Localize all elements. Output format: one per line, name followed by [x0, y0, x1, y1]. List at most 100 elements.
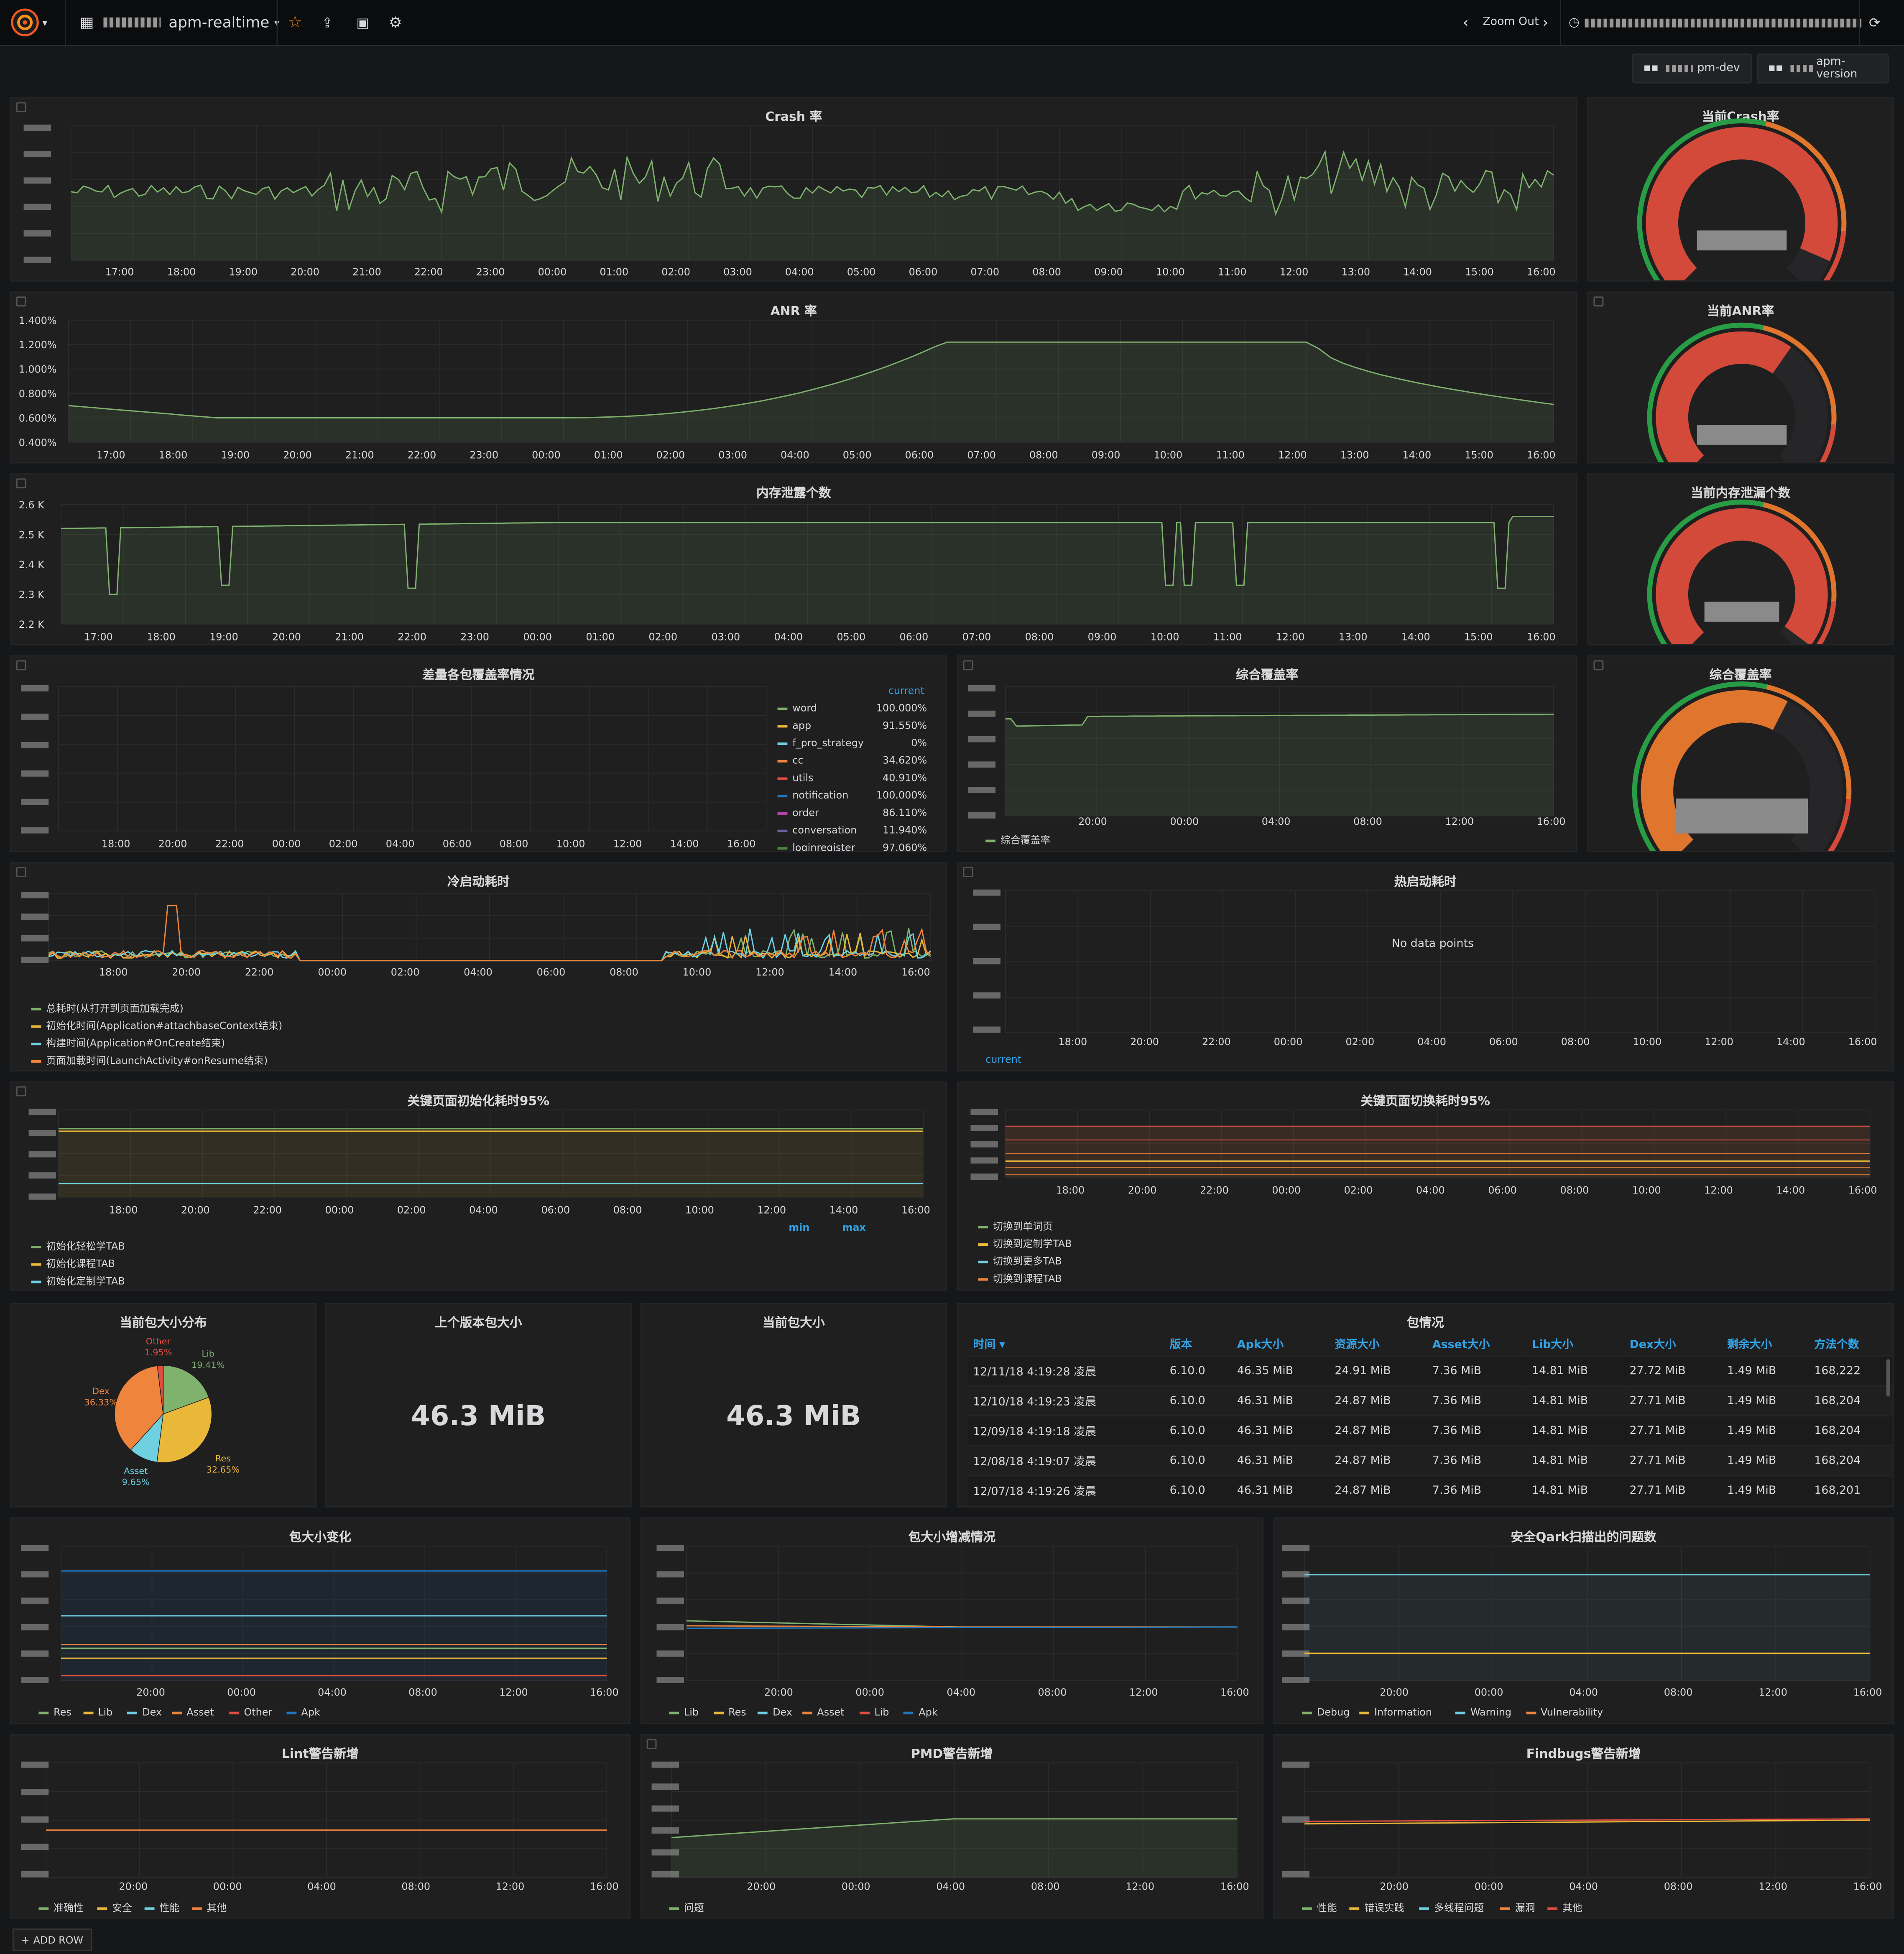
variable-env-select[interactable]: ▪▪ pm-dev	[1632, 54, 1752, 84]
table-row[interactable]: 12/10/18 4:19:23 凌晨 6.10.0 46.31 MiB 24.87 …	[968, 1385, 1893, 1416]
panel-prev-pkg-size[interactable]: 上个版本包大小 46.3 MiB	[325, 1303, 632, 1508]
legend-item[interactable]: 安全	[97, 1901, 132, 1915]
table-row[interactable]: 12/11/18 4:19:28 凌晨 6.10.0 46.35 MiB 24.91 …	[968, 1355, 1893, 1386]
legend-item[interactable]: Lib	[859, 1707, 889, 1718]
legend-item[interactable]: 页面加载时间(LaunchActivity#onResume结束)	[31, 1054, 268, 1068]
legend-item[interactable]: utils 40.910%	[777, 773, 927, 783]
panel-hot-start[interactable]: 热启动耗时 18:00 20:00 22:00 00:00 02:00 04:00 06:0…	[957, 862, 1894, 1071]
legend-item[interactable]: 切换到更多TAB	[978, 1255, 1062, 1268]
legend-item[interactable]: f_pro_strategy 0%	[777, 737, 927, 749]
legend-item[interactable]: conversation 11.940%	[777, 825, 927, 836]
panel-findbugs[interactable]: Findbugs警告新增 20:00 00:00 04:00 08:00 12:00 16…	[1273, 1734, 1894, 1919]
pkg-size-pie[interactable]: Lib19.41% Res32.65% Asset9.65% Dex36.33% Oth…	[11, 1304, 316, 1508]
refresh-icon[interactable]: ⟳	[1869, 0, 1880, 45]
legend-item[interactable]: 综合覆盖率	[985, 834, 1050, 847]
panel-cold-start[interactable]: 冷启动耗时 18:00 20:00 22:00 00:00 02:00 04:00 06:0…	[10, 862, 947, 1071]
findbugs-graph[interactable]: 20:00 00:00 04:00 08:00 12:00 16:00	[1275, 1735, 1894, 1918]
legend-item[interactable]: 切换到单词页	[978, 1219, 1053, 1233]
legend-item[interactable]: Warning	[1455, 1707, 1511, 1718]
legend-item[interactable]: Dex	[758, 1707, 792, 1718]
grafana-logo-button[interactable]: ▾	[10, 0, 47, 45]
legend-item[interactable]: Apk	[286, 1707, 320, 1718]
column-header[interactable]: 方法个数	[1809, 1332, 1892, 1356]
coverage-total-graph[interactable]: 20:00 00:00 04:00 08:00 12:00 16:00	[958, 656, 1577, 852]
panel-coverage-gauge[interactable]: 综合覆盖率	[1587, 655, 1894, 852]
table-scrollbar[interactable]	[1886, 1359, 1890, 1397]
legend-item[interactable]: 初始化轻松学TAB	[31, 1240, 125, 1253]
panel-pkg-change[interactable]: 包大小变化 20:00 00:00 04:00 08:00 12:00 16:00 Res…	[10, 1517, 630, 1724]
page-switch-graph[interactable]: 18:00 20:00 22:00 00:00 02:00 04:00 06:00 08:00…	[958, 1083, 1894, 1291]
panel-anr-rate[interactable]: ANR 率 1.400% 1.200% 1.000% 0.800% 0.600% 0.40…	[10, 291, 1577, 464]
table-row[interactable]: 12/09/18 4:19:18 凌晨 6.10.0 46.31 MiB 24.87 …	[968, 1415, 1893, 1446]
column-header[interactable]: 剩余大小	[1722, 1332, 1809, 1356]
column-header[interactable]: 版本	[1165, 1332, 1232, 1356]
time-forward-icon[interactable]: ›	[1542, 0, 1548, 45]
legend-item[interactable]: word 100.000%	[777, 703, 927, 714]
legend-item[interactable]: cc 34.620%	[777, 755, 927, 766]
legend-item[interactable]: Dex	[127, 1707, 162, 1718]
legend-item[interactable]: 构建时间(Application#OnCreate结束)	[31, 1036, 225, 1050]
panel-page-init[interactable]: 关键页面初始化耗时95% 18:00 20:00 22:00 00:00 02:00 04…	[10, 1081, 947, 1291]
legend-item[interactable]: Res	[713, 1707, 746, 1718]
panel-pkg-delta[interactable]: 包大小增减情况 20:00 00:00 04:00 08:00 12:00 16:00 L…	[640, 1517, 1263, 1724]
legend-item[interactable]: order 86.110%	[777, 807, 927, 819]
legend-item[interactable]: Asset	[802, 1707, 844, 1718]
panel-page-switch[interactable]: 关键页面切换耗时95% 18:00 20:00 22:00 00:00 02:00 04:…	[957, 1081, 1894, 1291]
legend-item[interactable]: 其他	[191, 1901, 227, 1915]
qark-graph[interactable]: 20:00 00:00 04:00 08:00 12:00 16:00	[1275, 1519, 1894, 1724]
pkg-change-graph[interactable]: 20:00 00:00 04:00 08:00 12:00 16:00	[11, 1519, 630, 1724]
legend-item[interactable]: 总耗时(从打开到页面加载完成)	[31, 1002, 184, 1015]
legend-item[interactable]: Asset	[171, 1707, 214, 1718]
legend-item[interactable]: 多线程问题	[1419, 1901, 1484, 1915]
legend-item[interactable]: 性能	[1302, 1901, 1337, 1915]
legend-item[interactable]: Other	[229, 1707, 272, 1718]
table-row[interactable]: 12/08/18 4:19:07 凌晨 6.10.0 46.31 MiB 24.87 …	[968, 1445, 1893, 1476]
panel-crash-gauge[interactable]: 当前Crash率	[1587, 97, 1894, 282]
panel-memleak-gauge[interactable]: 当前内存泄漏个数	[1587, 473, 1894, 645]
zoom-out-button[interactable]: Zoom Out	[1483, 0, 1539, 45]
legend-item[interactable]: notification 100.000%	[777, 790, 927, 801]
table-row[interactable]: 12/07/18 4:19:26 凌晨 6.10.0 46.31 MiB 24.87 …	[968, 1475, 1893, 1505]
column-header[interactable]: Dex大小	[1625, 1332, 1723, 1356]
panel-lint[interactable]: Lint警告新增 20:00 00:00 04:00 08:00 12:00 16:00 …	[10, 1734, 630, 1919]
save-icon[interactable]: ▣	[356, 0, 369, 45]
legend-item[interactable]: 其他	[1547, 1901, 1582, 1915]
panel-curr-pkg-size[interactable]: 当前包大小 46.3 MiB	[640, 1303, 947, 1508]
legend-item[interactable]: Res	[38, 1707, 71, 1718]
column-header[interactable]: Lib大小	[1527, 1332, 1625, 1356]
dashboard-picker[interactable]: ▦ apm-realtime ▾	[80, 0, 279, 45]
hot-start-graph[interactable]: 18:00 20:00 22:00 00:00 02:00 04:00 06:00 08:00…	[958, 863, 1894, 1071]
panel-coverage-total[interactable]: 综合覆盖率 20:00 00:00 04:00 08:00 12:00 16:00 综合覆…	[957, 655, 1577, 852]
legend-item[interactable]: Debug	[1302, 1707, 1350, 1718]
legend-item[interactable]: 切换到定制学TAB	[978, 1237, 1072, 1251]
panel-pmd[interactable]: PMD警告新增 20:00 00:00 04:00 08:00 12:00 16:00 问…	[640, 1734, 1263, 1919]
legend-item[interactable]: 初始化定制学TAB	[31, 1275, 125, 1288]
legend-item[interactable]: 漏洞	[1500, 1901, 1535, 1915]
panel-crash-rate[interactable]: Crash 率 17:00 18:00 19:00 20:00 21:00 22:00 23…	[10, 97, 1577, 282]
coverage-diff-graph[interactable]: 18:00 20:00 22:00 00:00 02:00 04:00 06:00 08:00…	[11, 656, 947, 852]
column-header[interactable]: 资源大小	[1330, 1332, 1427, 1356]
column-header[interactable]: 时间 ▾	[968, 1332, 1164, 1356]
legend-item[interactable]: 准确性	[38, 1901, 84, 1915]
time-range-picker[interactable]: ◷	[1569, 0, 1861, 45]
pkg-delta-graph[interactable]: 20:00 00:00 04:00 08:00 12:00 16:00	[642, 1519, 1263, 1724]
legend-item[interactable]: 初始化时间(Application#attachbaseContext结束)	[31, 1019, 283, 1033]
panel-anr-gauge[interactable]: 当前ANR率	[1587, 291, 1894, 464]
panel-memleak[interactable]: 内存泄露个数 2.6 K 2.5 K 2.4 K 2.3 K 2.2 K 17:00 18:…	[10, 473, 1577, 645]
lint-graph[interactable]: 20:00 00:00 04:00 08:00 12:00 16:00	[11, 1735, 630, 1918]
legend-item[interactable]: 问题	[669, 1901, 704, 1915]
legend-item[interactable]: Lib	[83, 1707, 112, 1718]
gear-icon[interactable]: ⚙	[389, 0, 402, 45]
pmd-graph[interactable]: 20:00 00:00 04:00 08:00 12:00 16:00	[642, 1735, 1263, 1918]
panel-qark[interactable]: 安全Qark扫描出的问题数 20:00 00:00 04:00 08:00 12:00 1…	[1273, 1517, 1894, 1724]
legend-item[interactable]: 初始化课程TAB	[31, 1257, 115, 1271]
legend-item[interactable]: Vulnerability	[1526, 1707, 1603, 1718]
legend-item[interactable]: 切换到课程TAB	[978, 1272, 1062, 1286]
legend-item[interactable]: Lib	[669, 1707, 699, 1718]
column-header[interactable]: Asset大小	[1427, 1332, 1527, 1356]
page-init-graph[interactable]: 18:00 20:00 22:00 00:00 02:00 04:00 06:00 08:00…	[11, 1083, 947, 1291]
legend-item[interactable]: loginregister 97.060%	[777, 842, 927, 851]
legend-item[interactable]: 性能	[144, 1901, 179, 1915]
anr-rate-graph[interactable]: 1.400% 1.200% 1.000% 0.800% 0.600% 0.400% 17:0…	[11, 293, 1577, 463]
legend-item[interactable]: 错误实践	[1349, 1901, 1404, 1915]
